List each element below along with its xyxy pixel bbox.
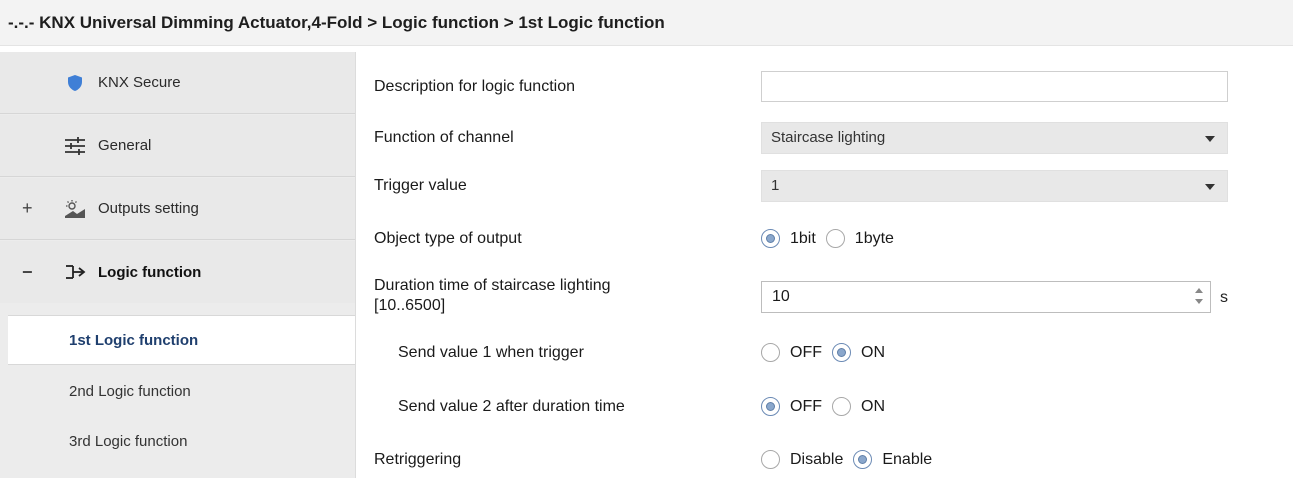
collapse-minus-icon[interactable]: − (22, 262, 33, 283)
duration-label: Duration time of staircase lighting [10.… (374, 276, 611, 316)
object-type-label: Object type of output (374, 230, 522, 247)
function-of-channel-label: Function of channel (374, 129, 514, 146)
sidebar-item-label: Outputs setting (98, 200, 199, 217)
radio-dot (825, 229, 845, 248)
chevron-down-icon (1205, 136, 1215, 142)
description-label: Description for logic function (374, 78, 575, 95)
send-value-2-on-radio[interactable]: ON (832, 397, 885, 416)
send-value-1-label: Send value 1 when trigger (398, 344, 584, 361)
duration-stepper[interactable]: 10 (761, 281, 1211, 313)
chevron-down-icon (1205, 184, 1215, 190)
radio-dot (761, 450, 780, 469)
sidebar-subitem-2nd-logic-function[interactable]: 2nd Logic function (0, 367, 355, 417)
sidebar: KNX Secure General + Outputs setting − L… (0, 52, 355, 478)
radio-label: ON (861, 343, 885, 361)
radio-label: 1bit (790, 229, 816, 247)
duration-label-line1: Duration time of staircase lighting (374, 277, 611, 294)
window-title: -.-.- KNX Universal Dimming Actuator,4-F… (0, 0, 1293, 46)
send-value-1-radio-group: OFF ON (761, 343, 895, 362)
sidebar-item-label: General (98, 137, 152, 154)
sliders-icon (64, 135, 86, 157)
trigger-value-label: Trigger value (374, 177, 467, 194)
radio-dot (761, 397, 780, 416)
retriggering-enable-radio[interactable]: Enable (853, 450, 932, 469)
sidebar-item-general[interactable]: General (0, 115, 355, 177)
function-of-channel-select[interactable]: Staircase lighting (761, 122, 1228, 154)
expand-plus-icon[interactable]: + (22, 198, 33, 219)
radio-dot (853, 450, 873, 469)
stepper-arrows[interactable] (1194, 287, 1204, 307)
send-value-2-off-radio[interactable]: OFF (761, 397, 822, 416)
duration-label-line2: [10..6500] (374, 297, 446, 314)
retriggering-radio-group: Disable Enable (761, 450, 942, 469)
sidebar-item-knx-secure[interactable]: KNX Secure (0, 52, 355, 114)
sidebar-subitem-3rd-logic-function[interactable]: 3rd Logic function (0, 417, 355, 467)
send-value-1-off-radio[interactable]: OFF (761, 343, 822, 362)
description-input[interactable] (761, 71, 1228, 102)
sidebar-item-label: Logic function (98, 263, 202, 281)
radio-dot (832, 397, 851, 416)
logic-arrow-icon (64, 261, 86, 283)
stepper-down-icon[interactable] (1195, 299, 1203, 304)
panel-divider (355, 52, 356, 478)
send-value-1-on-radio[interactable]: ON (832, 343, 885, 362)
radio-label: ON (861, 397, 885, 415)
radio-label: Disable (790, 450, 844, 468)
radio-label: OFF (790, 343, 822, 361)
function-of-channel-value: Staircase lighting (771, 129, 886, 146)
radio-label: Enable (882, 450, 933, 468)
radio-label: 1byte (854, 229, 894, 247)
trigger-value-value: 1 (771, 177, 780, 194)
trigger-value-select[interactable]: 1 (761, 170, 1228, 202)
radio-dot (761, 343, 780, 362)
send-value-2-label: Send value 2 after duration time (398, 398, 625, 415)
retriggering-disable-radio[interactable]: Disable (761, 450, 843, 469)
object-type-1bit-radio[interactable]: 1bit (761, 229, 816, 248)
stepper-up-icon[interactable] (1195, 288, 1203, 293)
object-type-1byte-radio[interactable]: 1byte (825, 229, 894, 248)
send-value-2-radio-group: OFF ON (761, 397, 895, 416)
sidebar-item-outputs-setting[interactable]: + Outputs setting (0, 178, 355, 240)
duration-value: 10 (772, 288, 790, 305)
shield-icon (64, 72, 86, 94)
radio-label: OFF (790, 397, 822, 415)
radio-dot (761, 229, 780, 248)
retriggering-label: Retriggering (374, 451, 462, 468)
sidebar-subitem-1st-logic-function[interactable]: 1st Logic function (8, 315, 355, 365)
duration-unit: s (1220, 289, 1228, 306)
outputs-icon (64, 198, 86, 220)
sidebar-item-label: KNX Secure (98, 74, 181, 91)
sidebar-item-logic-function[interactable]: − Logic function (0, 241, 355, 303)
object-type-radio-group: 1bit 1byte (761, 229, 904, 248)
radio-dot (832, 343, 851, 362)
